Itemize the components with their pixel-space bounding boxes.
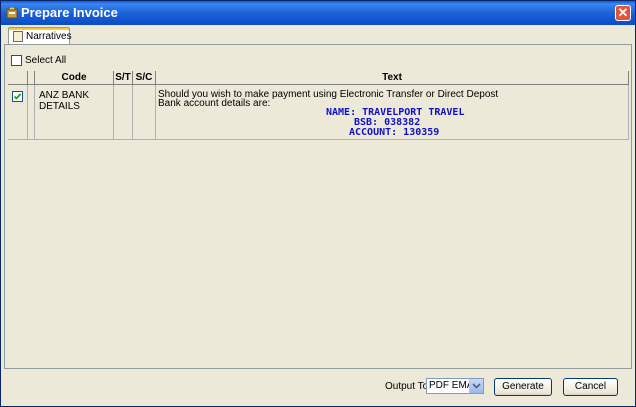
select-all-label[interactable]: Select All [25, 55, 66, 66]
row-marker-cell [28, 85, 35, 140]
column-header-text[interactable]: Text [156, 71, 629, 85]
tab-strip: Narratives [4, 25, 634, 45]
row-select-cell [8, 85, 28, 140]
column-header-marker [28, 71, 35, 85]
row-sc-cell[interactable] [133, 85, 156, 140]
row-checkbox[interactable] [12, 91, 23, 102]
output-to-label: Output To: [385, 381, 431, 392]
app-icon [6, 7, 18, 19]
list-icon [13, 31, 23, 42]
table-row[interactable]: ANZ BANK DETAILS Should you wish to make… [8, 85, 629, 140]
row-code-cell[interactable]: ANZ BANK DETAILS [35, 85, 114, 140]
row-code: ANZ BANK DETAILS [39, 90, 90, 112]
narratives-table: Code S/T S/C Text ANZ BANK DETAILS Shoul… [8, 71, 629, 367]
select-all-checkbox[interactable] [11, 55, 22, 66]
chevron-down-icon[interactable] [469, 379, 483, 393]
checkmark-icon [13, 93, 22, 100]
title-bar[interactable]: Prepare Invoice ✕ [1, 1, 635, 25]
bank-account: ACCOUNT: 130359 [349, 127, 440, 138]
close-button[interactable]: ✕ [615, 5, 631, 21]
window-title: Prepare Invoice [21, 5, 118, 20]
column-header-select [8, 71, 28, 85]
row-text-cell[interactable]: Should you wish to make payment using El… [156, 85, 629, 140]
row-st-cell[interactable] [114, 85, 133, 140]
prepare-invoice-window: Prepare Invoice ✕ Narratives Select All … [0, 0, 636, 407]
tab-narratives-label: Narratives [26, 31, 72, 42]
close-icon: ✕ [617, 5, 629, 20]
column-header-sc[interactable]: S/C [133, 71, 156, 85]
cancel-button[interactable]: Cancel [563, 378, 618, 396]
output-to-select[interactable]: PDF EMAIL [426, 378, 484, 394]
column-header-st[interactable]: S/T [114, 71, 133, 85]
column-header-code[interactable]: Code [35, 71, 114, 85]
tab-narratives[interactable]: Narratives [8, 27, 72, 45]
narrative-line: Bank account details are: [158, 98, 271, 109]
generate-button[interactable]: Generate [494, 378, 552, 396]
